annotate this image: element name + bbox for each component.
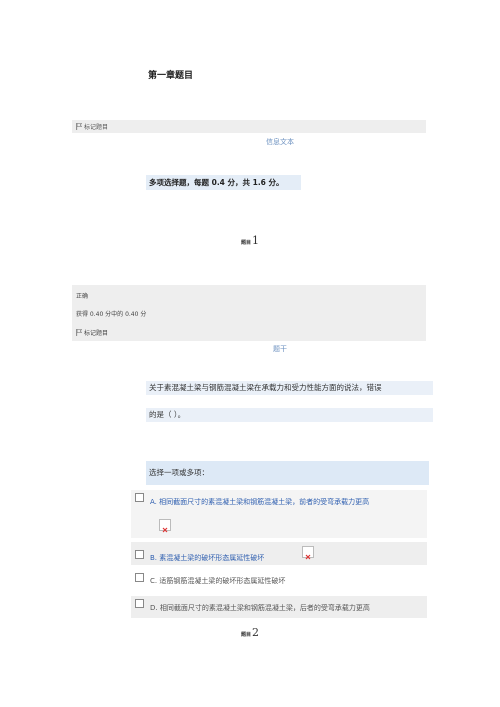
question-number: 1: [252, 234, 259, 247]
option-d[interactable]: D. 相同截面尺寸的素混凝土梁和钢筋混凝土梁，后者的受弯承载力更高: [131, 596, 427, 618]
options-prompt: 选择一项或多项：: [146, 461, 429, 485]
option-c[interactable]: C. 适筋钢筋混凝土梁的破坏形态属延性破坏: [131, 570, 427, 590]
stem-heading: 题干: [273, 345, 287, 353]
question-stem-line-2: 的是（ ）。: [146, 408, 433, 422]
question-label: 题目: [240, 240, 251, 246]
question-1-number: 题目1: [0, 234, 500, 247]
option-c-checkbox[interactable]: [135, 573, 144, 582]
option-a[interactable]: A. 相同截面尺寸的素混凝土梁和钢筋混凝土梁，前者的受弯承载力更高: [131, 490, 427, 538]
option-b-checkbox[interactable]: [135, 550, 144, 559]
option-d-label[interactable]: D. 相同截面尺寸的素混凝土梁和钢筋混凝土梁，后者的受弯承载力更高: [150, 603, 370, 613]
instructions: 多项选择题，每题 0.4 分，共 1.6 分。: [146, 175, 301, 190]
question-2-number: 题目2: [0, 626, 500, 639]
status-text: 正确: [76, 293, 89, 300]
option-b-label[interactable]: B. 素混凝土梁的破坏形态属延性破坏: [150, 553, 264, 563]
flag-icon: [76, 329, 83, 336]
broken-image-icon: [159, 519, 171, 533]
info-text-heading: 信息文本: [266, 138, 294, 146]
option-c-label[interactable]: C. 适筋钢筋混凝土梁的破坏形态属延性破坏: [150, 576, 285, 586]
flag-icon: [76, 123, 83, 130]
question-number: 2: [252, 626, 259, 639]
option-d-checkbox[interactable]: [135, 599, 144, 608]
option-a-checkbox[interactable]: [135, 493, 144, 502]
question-stem-line-1: 关于素混凝土梁与钢筋混凝土梁在承载力和受力性能方面的说法，错误: [146, 381, 433, 395]
flag-label: 标记题目: [84, 330, 109, 337]
flag-question-link[interactable]: 标记题目: [76, 328, 108, 337]
question-label: 题目: [240, 632, 251, 638]
broken-image-icon: [302, 546, 314, 560]
flag-question-link[interactable]: 标记题目: [76, 122, 108, 131]
flag-bar: 标记题目: [72, 120, 426, 133]
option-a-label[interactable]: A. 相同截面尺寸的素混凝土梁和钢筋混凝土梁，前者的受弯承载力更高: [150, 497, 369, 507]
option-b[interactable]: B. 素混凝土梁的破坏形态属延性破坏: [131, 542, 427, 565]
score-text: 获得 0.40 分中的 0.40 分: [76, 311, 147, 318]
flag-label: 标记题目: [84, 124, 109, 131]
chapter-title: 第一章题目: [148, 71, 194, 81]
question-status-panel: 正确 获得 0.40 分中的 0.40 分 标记题目: [72, 285, 426, 341]
